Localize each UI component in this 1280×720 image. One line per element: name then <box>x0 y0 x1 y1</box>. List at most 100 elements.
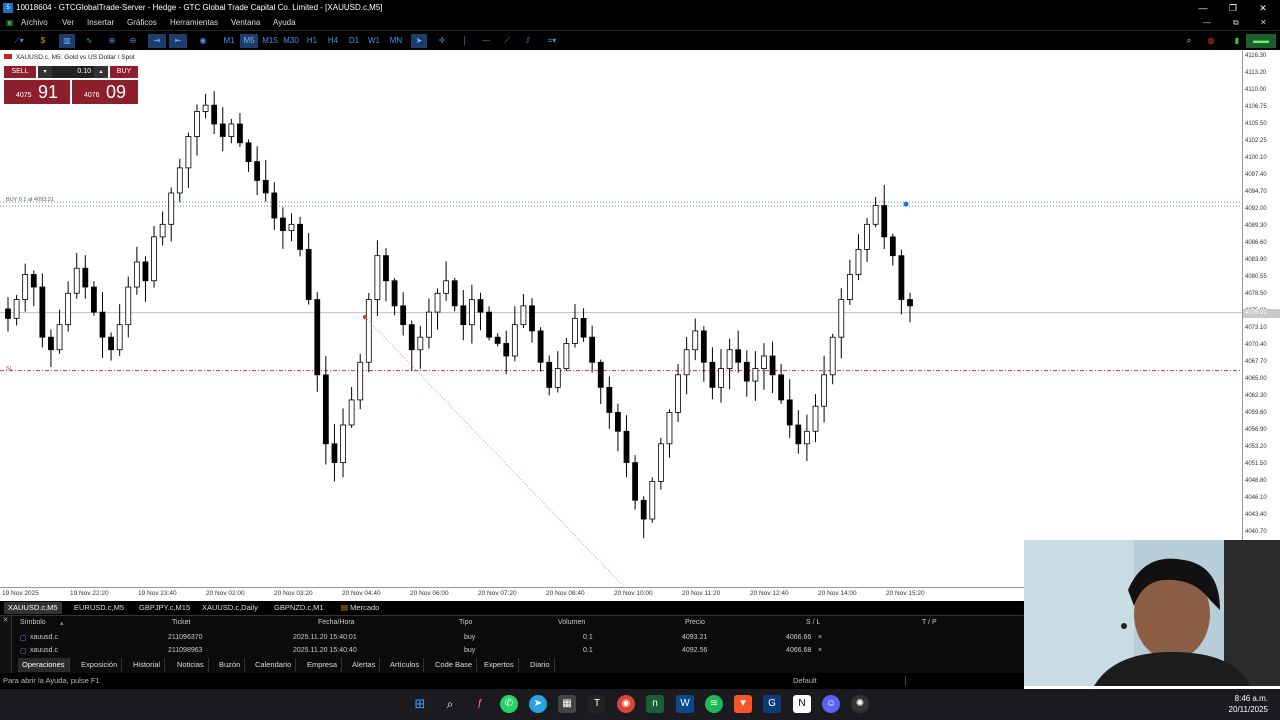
tf-h4[interactable]: H4 <box>325 34 341 48</box>
notion-icon[interactable]: N <box>793 695 811 713</box>
screenshot-icon[interactable]: ◉ <box>195 34 211 48</box>
col-ticket[interactable]: Ticket <box>172 619 190 626</box>
child-minimize-button[interactable]: — <box>1203 16 1211 30</box>
tab-gbpjpy-m15[interactable]: GBPJPY.c,M15 <box>135 602 194 614</box>
line-chart-icon[interactable]: ∿ <box>81 34 97 48</box>
windows-start-icon[interactable]: ⊞ <box>411 695 429 713</box>
col-sl[interactable]: S / L <box>806 619 820 626</box>
col-symbol[interactable]: Símbolo <box>20 619 46 626</box>
tf-m30[interactable]: M30 <box>281 34 301 48</box>
price-tick-label: 4051.50 <box>1245 461 1267 467</box>
sell-button[interactable]: SELL <box>4 66 36 78</box>
status-profile[interactable]: Default <box>793 673 817 689</box>
chart-shift-icon[interactable]: ⇤ <box>169 34 187 48</box>
col-price[interactable]: Precio <box>685 619 705 626</box>
menu-insertar[interactable]: Insertar <box>87 16 114 30</box>
horizontal-line-icon[interactable]: — <box>478 34 494 48</box>
gtc-app-icon[interactable]: G <box>763 695 781 713</box>
menu-app-icon[interactable]: ▣ <box>6 16 14 30</box>
col-tp[interactable]: T / P <box>922 619 937 626</box>
openai-icon[interactable]: ✺ <box>851 695 869 713</box>
spotify-icon[interactable]: ≋ <box>705 695 723 713</box>
discord-icon[interactable]: ☺ <box>822 695 840 713</box>
shapes-menu-icon[interactable]: ⌗▾ <box>540 34 564 48</box>
tab-operaciones[interactable]: Operaciones <box>18 658 70 672</box>
tab-empresa[interactable]: Empresa <box>303 658 343 672</box>
sell-price-box[interactable]: 4075 91 <box>4 80 70 104</box>
volume-down-button[interactable]: ▾ <box>38 66 52 78</box>
zoom-in-icon[interactable]: ⊕ <box>104 34 120 48</box>
menu-herramientas[interactable]: Herramientas <box>170 16 218 30</box>
tf-m15[interactable]: M15 <box>260 34 280 48</box>
tab-historial[interactable]: Historial <box>129 658 166 672</box>
child-restore-button[interactable]: ⧉ <box>1233 16 1239 30</box>
col-type[interactable]: Tipo <box>459 619 472 626</box>
tab-eurusd-m5[interactable]: EURUSD.c,M5 <box>70 602 128 614</box>
price-chart[interactable] <box>0 51 1280 601</box>
crosshair-icon[interactable]: ✛ <box>434 34 450 48</box>
menu-ventana[interactable]: Ventana <box>231 16 260 30</box>
green-app-icon[interactable]: n <box>646 695 664 713</box>
tab-alertas[interactable]: Alertas <box>348 658 381 672</box>
close-button[interactable]: ✕ <box>1248 0 1278 16</box>
tab-buzon[interactable]: Buzón <box>215 658 246 672</box>
buy-price-box[interactable]: 4076 09 <box>72 80 138 104</box>
tab-code-base[interactable]: Code Base <box>431 658 478 672</box>
tradingview-icon[interactable]: T <box>588 695 606 713</box>
tf-w1[interactable]: W1 <box>366 34 382 48</box>
trendline-icon[interactable]: ⟋ <box>499 34 515 48</box>
function-app-icon[interactable]: ƒ <box>471 695 489 713</box>
tf-m1[interactable]: M1 <box>221 34 237 48</box>
menu-ver[interactable]: Ver <box>62 16 74 30</box>
search-icon[interactable]: ⌕ <box>441 695 459 713</box>
calendar-app-icon[interactable]: ▦ <box>558 695 576 713</box>
col-datetime[interactable]: Fecha/Hora <box>318 619 355 626</box>
bar-chart-icon[interactable]: ▥ <box>59 34 75 48</box>
col-volume[interactable]: Volumen <box>558 619 585 626</box>
chrome-icon[interactable]: ◉ <box>617 695 635 713</box>
search-icon[interactable]: ⌕ <box>1182 34 1196 48</box>
row-sl-remove-button[interactable]: × <box>818 634 822 641</box>
volume-input[interactable]: 0.10 <box>52 66 94 78</box>
row-sl-remove-button[interactable]: × <box>818 647 822 654</box>
system-clock[interactable]: 8:46 a.m. 20/11/2025 <box>1229 693 1268 715</box>
cursor-icon[interactable]: ➤ <box>411 34 427 48</box>
telegram-icon[interactable]: ➤ <box>529 695 547 713</box>
tf-m5[interactable]: M5 <box>240 34 258 48</box>
tab-gbpnzd-m1[interactable]: GBPNZD.c,M1 <box>270 602 328 614</box>
vertical-line-icon[interactable]: │ <box>458 34 472 48</box>
buy-button[interactable]: BUY <box>110 66 138 78</box>
autoscroll-icon[interactable]: ⇥ <box>148 34 166 48</box>
tab-expertos[interactable]: Expertos <box>480 658 519 672</box>
tab-diario[interactable]: Diario <box>526 658 555 672</box>
volume-up-button[interactable]: ▴ <box>94 66 108 78</box>
toolbox-close-icon[interactable]: ✕ <box>0 616 11 624</box>
tf-h1[interactable]: H1 <box>304 34 320 48</box>
menu-archivo[interactable]: Archivo <box>21 16 48 30</box>
whatsapp-icon[interactable]: ✆ <box>500 695 518 713</box>
tab-xauusd-m5[interactable]: XAUUSD.c,M5 <box>4 602 62 614</box>
minimize-button[interactable]: — <box>1188 0 1218 16</box>
signal-icon[interactable]: ▮ <box>1230 34 1244 48</box>
maximize-button[interactable]: ❐ <box>1218 0 1248 16</box>
chart-type-icon[interactable]: ⟋▾ <box>8 34 30 48</box>
menu-graficos[interactable]: Gráficos <box>127 16 157 30</box>
account-status-icon[interactable]: ▬▬ <box>1246 34 1276 48</box>
tab-exposicion[interactable]: Exposición <box>77 658 123 672</box>
algo-trading-icon[interactable]: $ <box>36 34 50 48</box>
notifications-icon[interactable]: ◍ <box>1203 34 1219 48</box>
tab-mercado[interactable]: ▤ Mercado <box>337 602 383 614</box>
brave-icon[interactable]: ▼ <box>734 695 752 713</box>
tab-calendario[interactable]: Calendario <box>251 658 297 672</box>
wtf-app-icon[interactable]: W <box>676 695 694 713</box>
tf-d1[interactable]: D1 <box>346 34 362 48</box>
tab-xauusd-daily[interactable]: XAUUSD.c,Daily <box>198 602 262 614</box>
tab-noticias[interactable]: Noticias <box>173 658 209 672</box>
price-axis[interactable]: 4116.30 4113.20 4110.00 4106.75 4105.50 4102.… <box>1242 51 1280 587</box>
tab-articulos[interactable]: Artículos <box>386 658 425 672</box>
menu-ayuda[interactable]: Ayuda <box>273 16 296 30</box>
channel-icon[interactable]: ⫽ <box>520 34 536 48</box>
tf-mn[interactable]: MN <box>386 34 406 48</box>
child-close-button[interactable]: ✕ <box>1260 16 1267 30</box>
zoom-out-icon[interactable]: ⊖ <box>125 34 141 48</box>
